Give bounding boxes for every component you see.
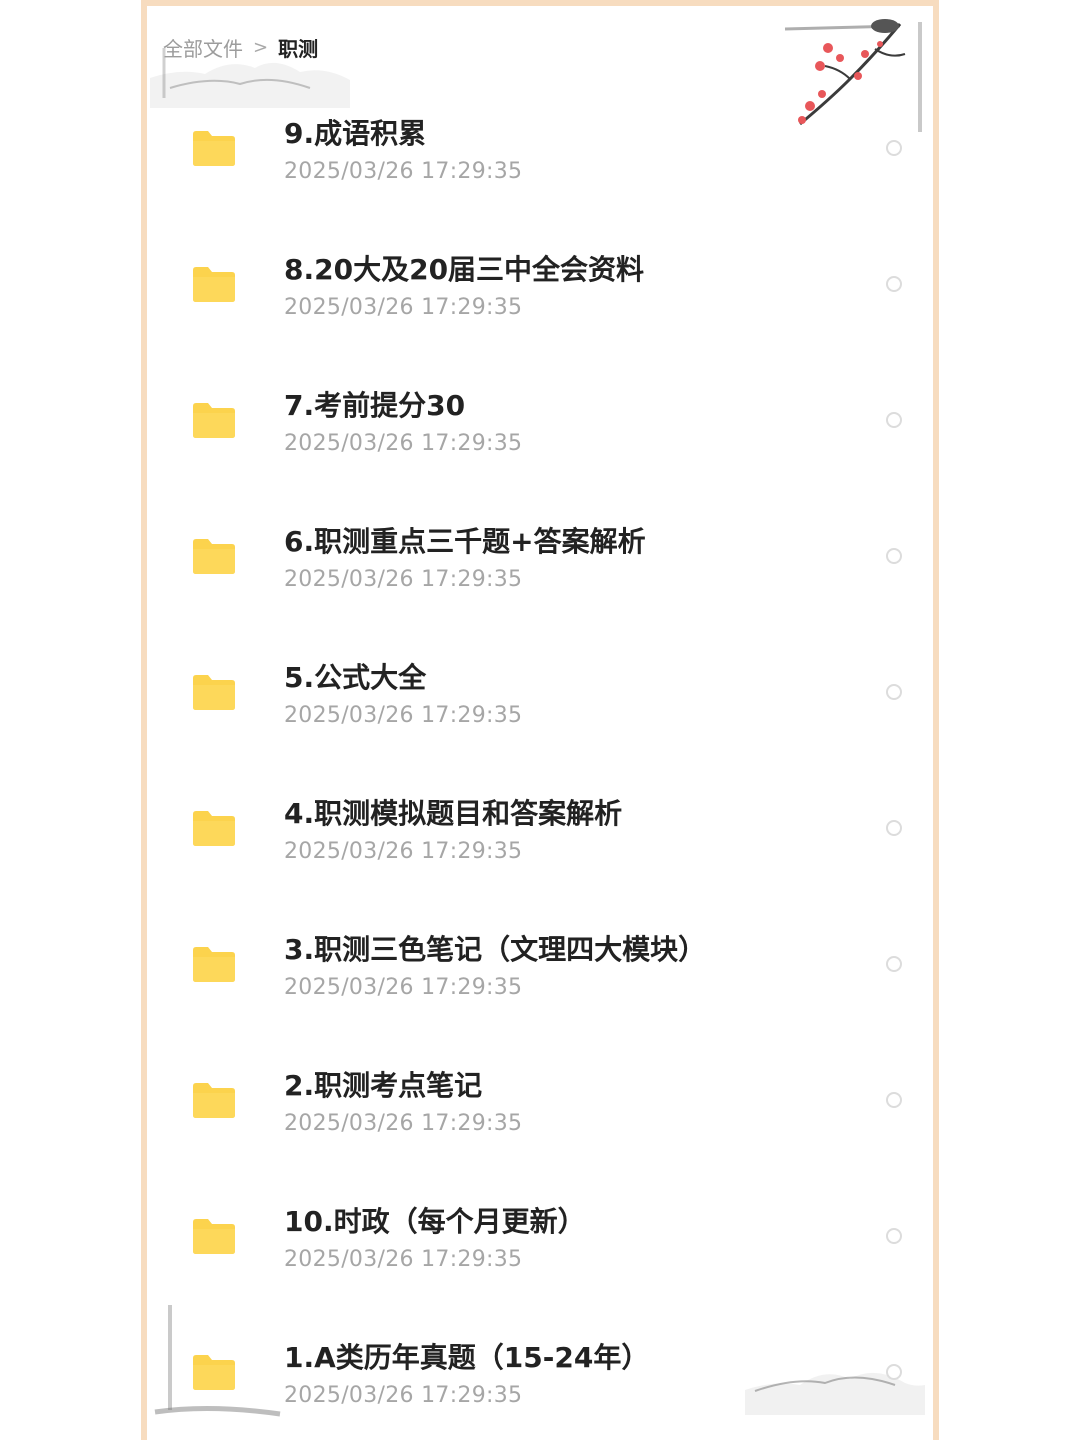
file-row[interactable]: 8.20大及20届三中全会资料 2025/03/26 17:29:35 — [147, 218, 933, 354]
file-name[interactable]: 2.职测考点笔记 — [284, 1064, 482, 1104]
folder-icon — [193, 1355, 235, 1390]
select-radio-icon[interactable] — [886, 276, 902, 292]
file-row[interactable]: 1.A类历年真题（15-24年） 2025/03/26 17:29:35 — [147, 1306, 933, 1440]
select-radio-icon[interactable] — [886, 956, 902, 972]
file-date: 2025/03/26 17:29:35 — [284, 1247, 523, 1272]
file-date: 2025/03/26 17:29:35 — [284, 159, 523, 184]
select-radio-icon[interactable] — [886, 1364, 902, 1380]
folder-icon — [193, 131, 235, 166]
breadcrumb: 全部文件 > 职测 — [163, 30, 318, 64]
file-date: 2025/03/26 17:29:35 — [284, 295, 523, 320]
select-radio-icon[interactable] — [886, 684, 902, 700]
file-row[interactable]: 3.职测三色笔记（文理四大模块） 2025/03/26 17:29:35 — [147, 898, 933, 1034]
file-name[interactable]: 7.考前提分30 — [284, 384, 465, 424]
file-date: 2025/03/26 17:29:35 — [284, 431, 523, 456]
file-name[interactable]: 4.职测模拟题目和答案解析 — [284, 792, 622, 832]
folder-icon — [193, 947, 235, 982]
breadcrumb-current: 职测 — [278, 36, 319, 61]
select-radio-icon[interactable] — [886, 140, 902, 156]
file-name[interactable]: 6.职测重点三千题+答案解析 — [284, 520, 646, 560]
file-name[interactable]: 3.职测三色笔记（文理四大模块） — [284, 928, 706, 968]
file-row[interactable]: 9.成语积累 2025/03/26 17:29:35 — [147, 82, 933, 218]
folder-icon — [193, 403, 235, 438]
file-name[interactable]: 9.成语积累 — [284, 112, 426, 152]
file-name[interactable]: 8.20大及20届三中全会资料 — [284, 248, 644, 288]
select-radio-icon[interactable] — [886, 1228, 902, 1244]
file-row[interactable]: 6.职测重点三千题+答案解析 2025/03/26 17:29:35 — [147, 490, 933, 626]
file-row[interactable]: 4.职测模拟题目和答案解析 2025/03/26 17:29:35 — [147, 762, 933, 898]
select-radio-icon[interactable] — [886, 412, 902, 428]
file-list: 9.成语积累 2025/03/26 17:29:35 8.20大及20届三中全会… — [147, 82, 933, 1440]
folder-icon — [193, 675, 235, 710]
file-date: 2025/03/26 17:29:35 — [284, 1383, 523, 1408]
breadcrumb-separator: > — [253, 36, 269, 58]
file-date: 2025/03/26 17:29:35 — [284, 1111, 523, 1136]
file-row[interactable]: 5.公式大全 2025/03/26 17:29:35 — [147, 626, 933, 762]
folder-icon — [193, 539, 235, 574]
file-name[interactable]: 10.时政（每个月更新） — [284, 1200, 586, 1240]
select-radio-icon[interactable] — [886, 548, 902, 564]
folder-icon — [193, 811, 235, 846]
folder-icon — [193, 1083, 235, 1118]
file-row[interactable]: 7.考前提分30 2025/03/26 17:29:35 — [147, 354, 933, 490]
file-name[interactable]: 1.A类历年真题（15-24年） — [284, 1336, 649, 1376]
file-row[interactable]: 10.时政（每个月更新） 2025/03/26 17:29:35 — [147, 1170, 933, 1306]
file-date: 2025/03/26 17:29:35 — [284, 567, 523, 592]
file-name[interactable]: 5.公式大全 — [284, 656, 426, 696]
breadcrumb-root-link[interactable]: 全部文件 — [163, 33, 243, 62]
folder-icon — [193, 267, 235, 302]
page: 全部文件 > 职测 9.成语积累 2025/03/26 17:29:35 8.2… — [0, 0, 1080, 1440]
select-radio-icon[interactable] — [886, 820, 902, 836]
file-row[interactable]: 2.职测考点笔记 2025/03/26 17:29:35 — [147, 1034, 933, 1170]
file-date: 2025/03/26 17:29:35 — [284, 975, 523, 1000]
file-date: 2025/03/26 17:29:35 — [284, 703, 523, 728]
file-date: 2025/03/26 17:29:35 — [284, 839, 523, 864]
folder-icon — [193, 1219, 235, 1254]
select-radio-icon[interactable] — [886, 1092, 902, 1108]
